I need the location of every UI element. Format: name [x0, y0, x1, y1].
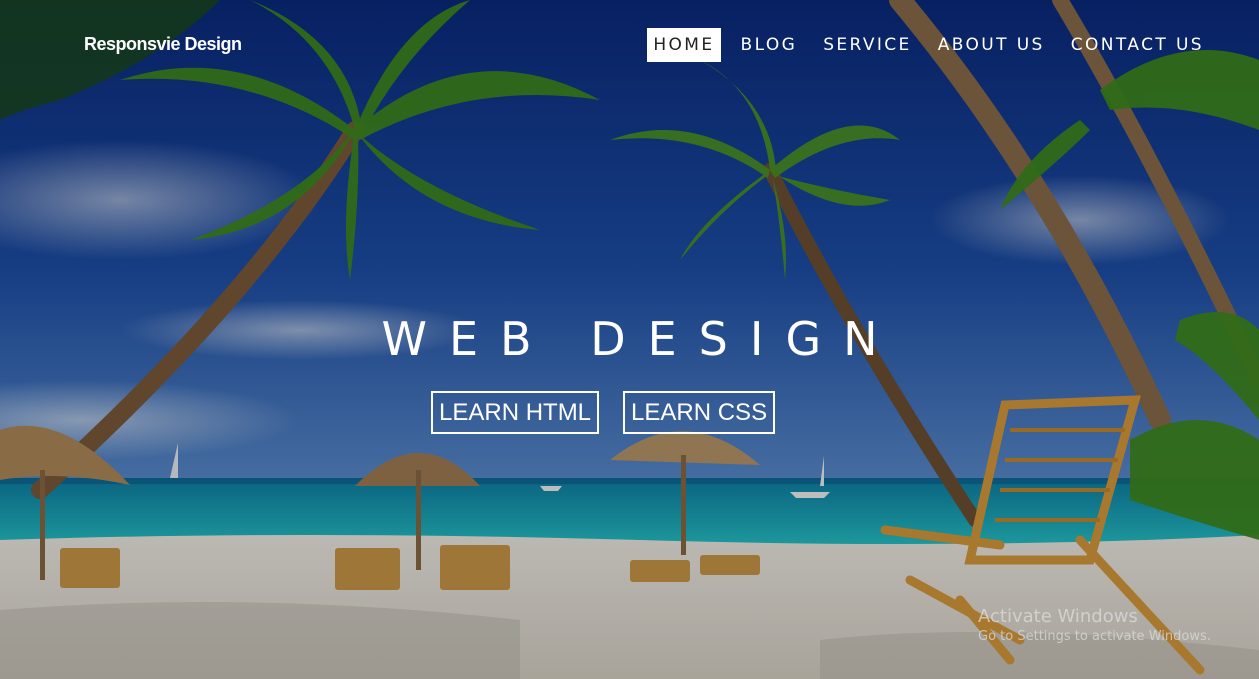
site-logo[interactable]: Responsvie Design — [84, 34, 242, 55]
learn-html-button[interactable]: LEARN HTML — [431, 391, 600, 434]
nav-item-contact-us[interactable]: CONTACT US — [1065, 28, 1210, 62]
site-header: Responsvie Design HOME BLOG SERVICE ABOU… — [0, 0, 1259, 90]
watermark-title: Activate Windows — [978, 606, 1138, 627]
nav-item-home[interactable]: HOME — [647, 28, 721, 62]
nav-item-service[interactable]: SERVICE — [817, 28, 917, 62]
learn-css-button[interactable]: LEARN CSS — [623, 391, 776, 434]
main-nav: HOME BLOG SERVICE ABOUT US CONTACT US — [647, 28, 1210, 62]
nav-item-about-us[interactable]: ABOUT US — [932, 28, 1051, 62]
hero-buttons: LEARN HTML LEARN CSS — [431, 391, 776, 434]
nav-item-blog[interactable]: BLOG — [735, 28, 804, 62]
page: Responsvie Design HOME BLOG SERVICE ABOU… — [0, 0, 1259, 679]
watermark-subtitle: Go to Settings to activate Windows. — [978, 629, 1211, 644]
hero-title: WEB DESIGN — [381, 312, 900, 366]
activate-windows-watermark: Activate Windows Go to Settings to activ… — [978, 606, 1211, 646]
